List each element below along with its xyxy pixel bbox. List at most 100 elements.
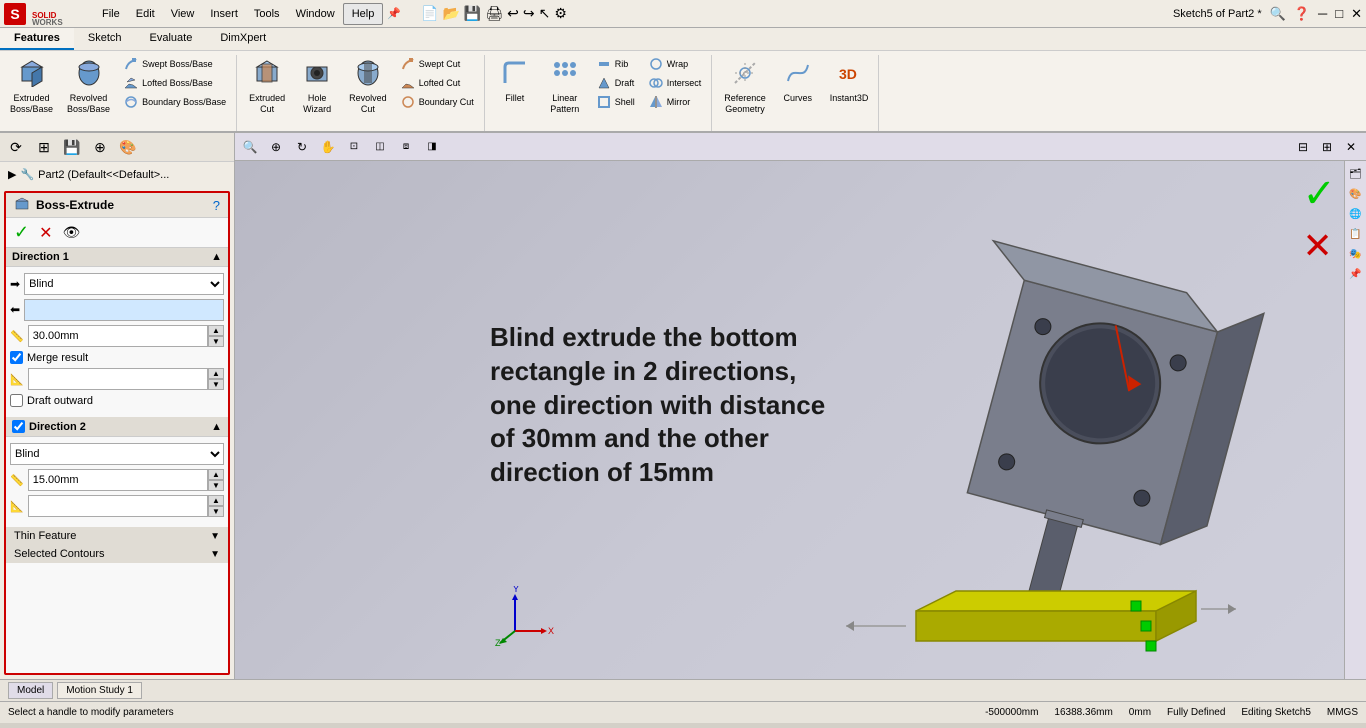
direction2-type-select[interactable]: Blind Through All <box>10 443 224 465</box>
direction1-header[interactable]: Direction 1 ▲ <box>6 248 228 267</box>
hole-wizard-button[interactable]: HoleWizard <box>293 55 341 119</box>
revolved-boss-button[interactable]: RevolvedBoss/Base <box>61 55 116 119</box>
section-view-btn[interactable]: ⧈ <box>395 136 417 158</box>
direction1-type-select[interactable]: Blind Through All Up to Next <box>24 273 224 295</box>
tab-evaluate[interactable]: Evaluate <box>136 28 207 50</box>
pan-btn[interactable]: ✋ <box>317 136 339 158</box>
direction2-extra-dec[interactable]: ▼ <box>208 506 224 517</box>
feature-tree-item[interactable]: ▶ 🔧 Part2 (Default<<Default>... <box>4 166 230 183</box>
thin-feature-section[interactable]: Thin Feature ▼ <box>6 527 228 545</box>
lofted-cut-button[interactable]: Lofted Cut <box>395 74 480 92</box>
boundary-cut-button[interactable]: Boundary Cut <box>395 93 480 111</box>
search-icon[interactable]: 🔍 <box>1270 6 1286 22</box>
tab-dimxpert[interactable]: DimXpert <box>206 28 280 50</box>
instant3d-button[interactable]: 3D Instant3D <box>824 55 875 107</box>
intersect-button[interactable]: Intersect <box>643 74 708 92</box>
view-cube-btn[interactable]: ◫ <box>369 136 391 158</box>
big-check-mark[interactable]: ✓ <box>1302 171 1336 217</box>
mirror-button[interactable]: Mirror <box>643 93 708 111</box>
panel-layout-btn[interactable]: ⊟ <box>1292 136 1314 158</box>
direction2-distance-input[interactable]: 15.00mm <box>28 469 208 491</box>
save-view-btn[interactable]: 💾 <box>60 135 84 159</box>
menu-help[interactable]: Help <box>343 3 384 25</box>
right-btn-5[interactable]: 🎭 <box>1347 245 1365 263</box>
extruded-cut-button[interactable]: ExtrudedCut <box>243 55 291 119</box>
maximize-icon[interactable]: □ <box>1335 6 1343 21</box>
new-doc-icon[interactable]: 📄 <box>421 5 438 22</box>
select-icon[interactable]: ↖ <box>539 5 551 22</box>
close-vp-btn[interactable]: ✕ <box>1340 136 1362 158</box>
direction1-extra-dec[interactable]: ▼ <box>208 379 224 390</box>
preview-button[interactable]: 👁 <box>63 224 81 241</box>
reference-geometry-button[interactable]: ReferenceGeometry <box>718 55 772 119</box>
add-view-btn[interactable]: ⊕ <box>88 135 112 159</box>
menu-window[interactable]: Window <box>288 4 343 24</box>
right-btn-3[interactable]: 🌐 <box>1347 205 1365 223</box>
display-style-btn[interactable]: 🎨 <box>116 135 140 159</box>
flip-direction-icon[interactable]: ➡ <box>10 303 20 317</box>
menu-tools[interactable]: Tools <box>246 4 288 24</box>
direction1-extra-input[interactable] <box>28 368 208 390</box>
big-x-mark[interactable]: ✕ <box>1302 225 1336 267</box>
zoom-area-vp-btn[interactable]: ⊕ <box>265 136 287 158</box>
shell-button[interactable]: Shell <box>591 93 641 111</box>
draft-outward-checkbox[interactable] <box>10 394 23 407</box>
direction1-extra-inc[interactable]: ▲ <box>208 368 224 379</box>
settings-icon[interactable]: ⚙ <box>554 5 567 22</box>
undo-icon[interactable]: ↩ <box>507 5 519 22</box>
tab-sketch[interactable]: Sketch <box>74 28 136 50</box>
right-btn-2[interactable]: 🎨 <box>1347 185 1365 203</box>
maximize-vp-btn[interactable]: ⊞ <box>1316 136 1338 158</box>
direction1-face-input[interactable] <box>24 299 224 321</box>
swept-boss-button[interactable]: Swept Boss/Base <box>118 55 232 73</box>
motion-study-tab[interactable]: Motion Study 1 <box>57 682 142 699</box>
menu-view[interactable]: View <box>163 4 203 24</box>
direction2-extra-input[interactable] <box>28 495 208 517</box>
curves-button[interactable]: Curves <box>774 55 822 107</box>
redo-icon[interactable]: ↪ <box>523 5 535 22</box>
right-btn-1[interactable]: 🗂 <box>1347 165 1365 183</box>
help-question-icon[interactable]: ? <box>213 198 220 213</box>
boundary-boss-button[interactable]: Boundary Boss/Base <box>118 93 232 111</box>
rotate-view-btn[interactable]: ⟳ <box>4 135 28 159</box>
fillet-button[interactable]: Fillet <box>491 55 539 107</box>
cancel-button[interactable]: ✕ <box>39 223 52 243</box>
direction2-header[interactable]: Direction 2 ▲ <box>6 417 228 437</box>
direction2-increment-btn[interactable]: ▲ <box>208 469 224 480</box>
save-icon[interactable]: 💾 <box>464 5 481 22</box>
close-icon[interactable]: ✕ <box>1351 6 1362 22</box>
merge-result-checkbox[interactable] <box>10 351 23 364</box>
draft-button[interactable]: Draft <box>591 74 641 92</box>
extruded-boss-button[interactable]: ExtrudedBoss/Base <box>4 55 59 119</box>
linear-pattern-button[interactable]: LinearPattern <box>541 55 589 119</box>
model-viewport[interactable]: Blind extrude the bottom rectangle in 2 … <box>235 161 1366 679</box>
direction2-extra-inc[interactable]: ▲ <box>208 495 224 506</box>
lofted-boss-button[interactable]: Lofted Boss/Base <box>118 74 232 92</box>
pin-icon[interactable]: 📌 <box>387 7 401 20</box>
help-icon[interactable]: ❓ <box>1294 6 1310 22</box>
revolved-cut-button[interactable]: RevolvedCut <box>343 55 393 119</box>
right-btn-6[interactable]: 📌 <box>1347 265 1365 283</box>
menu-edit[interactable]: Edit <box>128 4 163 24</box>
direction1-distance-input[interactable]: 30.00mm <box>28 325 208 347</box>
direction2-decrement-btn[interactable]: ▼ <box>208 480 224 491</box>
zoom-to-fit-btn[interactable]: 🔍 <box>239 136 261 158</box>
rib-button[interactable]: Rib <box>591 55 641 73</box>
menu-file[interactable]: File <box>94 4 128 24</box>
open-icon[interactable]: 📂 <box>442 5 459 22</box>
direction2-enable-checkbox[interactable] <box>12 420 25 433</box>
direction1-decrement-btn[interactable]: ▼ <box>208 336 224 347</box>
swept-cut-button[interactable]: Swept Cut <box>395 55 480 73</box>
right-btn-4[interactable]: 📋 <box>1347 225 1365 243</box>
zoom-area-btn[interactable]: ⊞ <box>32 135 56 159</box>
direction1-increment-btn[interactable]: ▲ <box>208 325 224 336</box>
print-icon[interactable]: 🖨 <box>485 5 503 22</box>
display-style-vp-btn[interactable]: ◨ <box>421 136 443 158</box>
tab-features[interactable]: Features <box>0 28 74 50</box>
rotate-btn[interactable]: ↻ <box>291 136 313 158</box>
menu-insert[interactable]: Insert <box>202 4 246 24</box>
confirm-button[interactable]: ✓ <box>14 222 29 243</box>
wrap-button[interactable]: Wrap <box>643 55 708 73</box>
view-orientation-btn[interactable]: ⊡ <box>343 136 365 158</box>
model-tab[interactable]: Model <box>8 682 53 699</box>
